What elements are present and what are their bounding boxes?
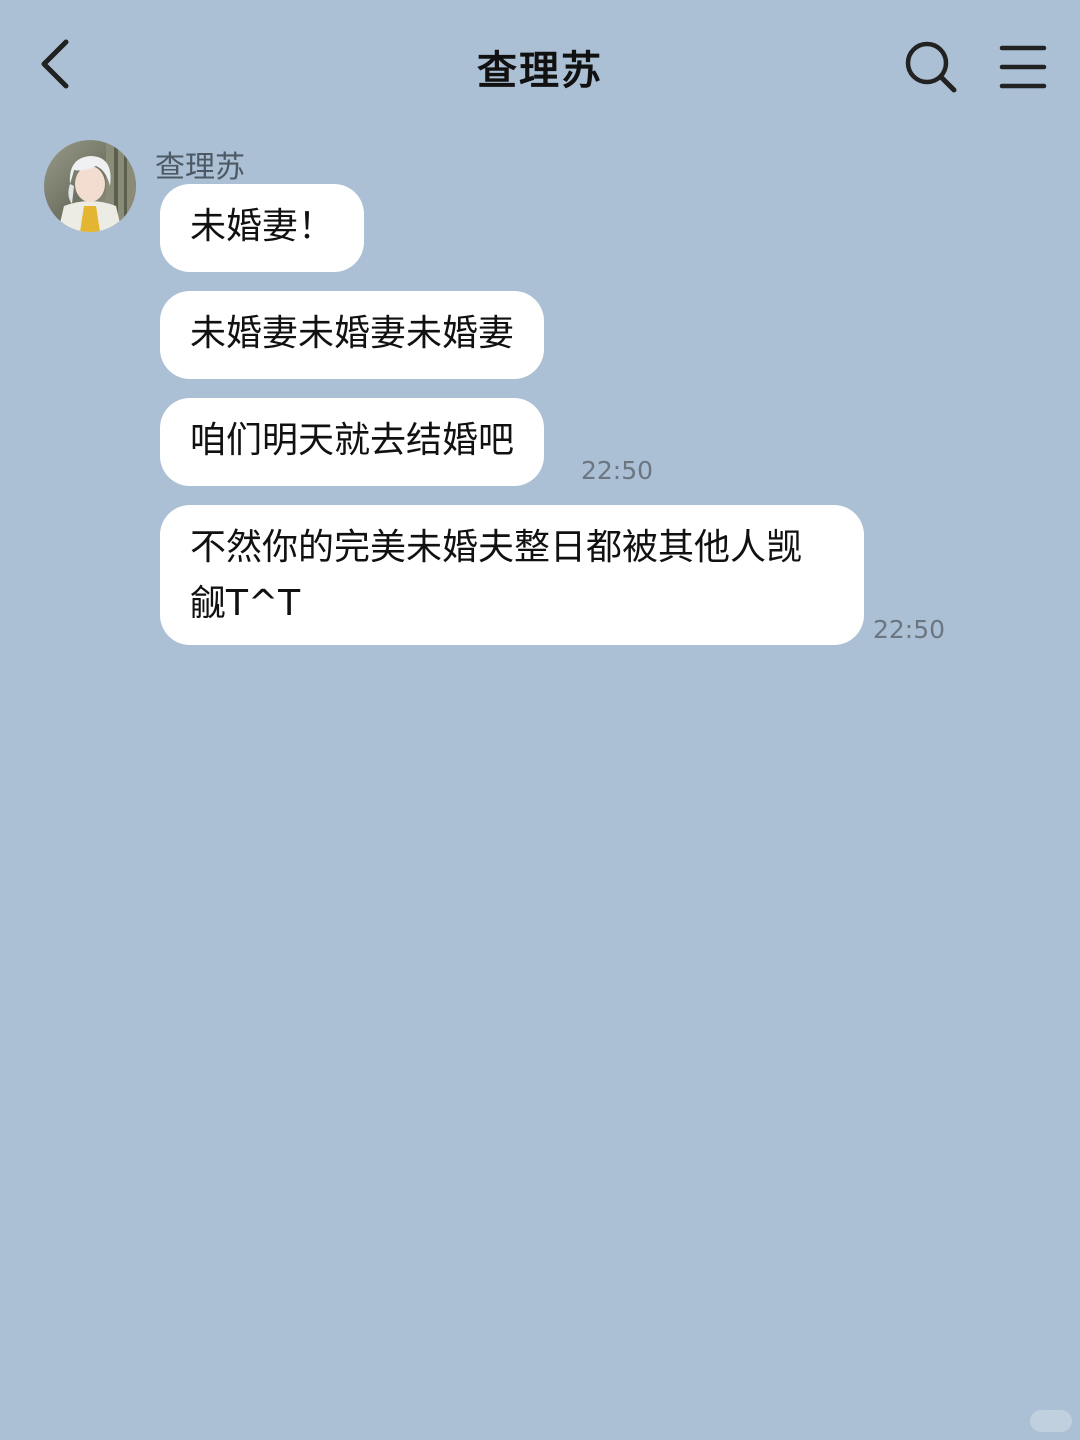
message-timestamp: 22:50 bbox=[873, 615, 946, 644]
message-bubble[interactable]: 咱们明天就去结婚吧 bbox=[160, 398, 545, 486]
chat-header: 查理苏 bbox=[0, 0, 1080, 132]
message-bubble[interactable]: 不然你的完美未婚夫整日都被其他人觊觎T^T bbox=[160, 505, 864, 645]
menu-button[interactable] bbox=[996, 40, 1050, 94]
search-icon bbox=[905, 41, 957, 93]
message-text: 未婚妻未婚妻未婚妻 bbox=[190, 313, 515, 354]
sender-name: 查理苏 bbox=[155, 150, 245, 185]
message-bubble[interactable]: 未婚妻未婚妻未婚妻 bbox=[160, 291, 545, 379]
message-text: 咱们明天就去结婚吧 bbox=[190, 420, 515, 461]
avatar-image bbox=[44, 140, 136, 232]
avatar[interactable] bbox=[44, 140, 136, 232]
search-button[interactable] bbox=[900, 36, 962, 98]
menu-icon bbox=[999, 45, 1047, 89]
message-timestamp: 22:50 bbox=[581, 456, 654, 485]
message-text: 不然你的完美未婚夫整日都被其他人觊觎T^T bbox=[190, 527, 803, 624]
message-text: 未婚妻！ bbox=[190, 206, 335, 247]
watermark bbox=[1030, 1410, 1072, 1432]
message-bubble[interactable]: 未婚妻！ bbox=[160, 184, 365, 272]
